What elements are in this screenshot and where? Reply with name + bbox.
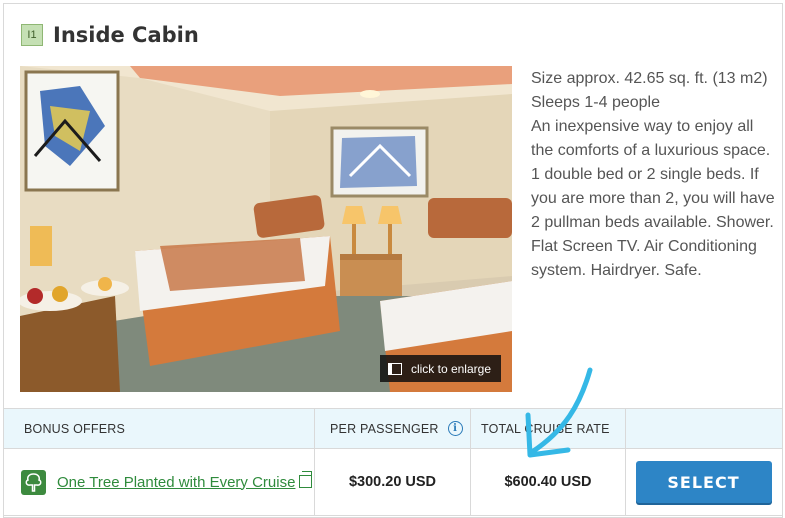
enlarge-icon — [387, 362, 402, 375]
cabin-photo[interactable]: click to enlarge — [20, 66, 512, 392]
cabin-description: Size approx. 42.65 sq. ft. (13 m2) Sleep… — [531, 70, 775, 279]
header-bonus-offers: BONUS OFFERS — [4, 409, 315, 448]
cabin-card: I1 Inside Cabin click to enlarge Size ap… — [3, 3, 783, 518]
bonus-offer-cell: One Tree Planted with Every Cruise — [4, 449, 315, 515]
copy-icon[interactable] — [299, 470, 313, 488]
header-action — [626, 409, 781, 448]
offer-link[interactable]: One Tree Planted with Every Cruise — [57, 470, 313, 493]
annotation-arrow — [525, 367, 593, 458]
offers-table: BONUS OFFERS PER PASSENGER i TOTAL CRUIS… — [4, 408, 782, 517]
select-button[interactable]: SELECT — [635, 461, 772, 503]
offers-table-header: BONUS OFFERS PER PASSENGER i TOTAL CRUIS… — [4, 408, 782, 449]
tree-icon — [21, 469, 46, 495]
offer-link-text: One Tree Planted with Every Cruise — [57, 473, 296, 491]
enlarge-label: click to enlarge — [410, 361, 491, 376]
select-cell: SELECT — [626, 449, 781, 515]
header-per-passenger: PER PASSENGER i — [315, 409, 471, 448]
cabin-header: I1 Inside Cabin — [21, 23, 199, 47]
table-row: One Tree Planted with Every Cruise $300.… — [4, 449, 782, 516]
enlarge-button[interactable]: click to enlarge — [379, 355, 501, 382]
cabin-code-badge: I1 — [21, 24, 43, 46]
cabin-title: Inside Cabin — [53, 23, 199, 47]
header-per-passenger-label: PER PASSENGER — [330, 421, 439, 436]
cabin-photo-illustration — [20, 66, 512, 392]
per-passenger-price: $300.20 USD — [315, 449, 471, 515]
info-icon[interactable]: i — [447, 421, 463, 436]
